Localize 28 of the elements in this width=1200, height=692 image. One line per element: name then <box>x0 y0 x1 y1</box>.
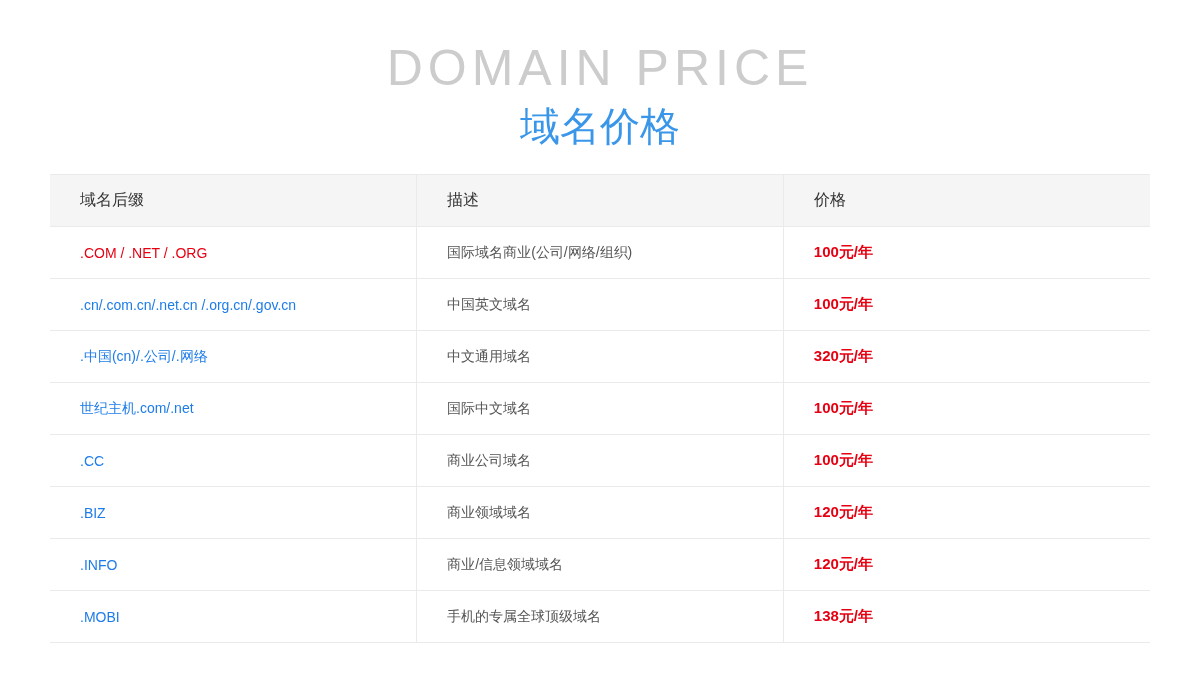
domain-suffix-link[interactable]: .COM / .NET / .ORG <box>50 226 417 279</box>
price-cell: 100元/年 <box>783 278 1150 331</box>
section-title: 域名价格 <box>520 103 680 150</box>
price-cell: 120元/年 <box>783 538 1150 591</box>
domain-suffix-link[interactable]: .中国(cn)/.公司/.网络 <box>50 330 417 383</box>
description-cell: 中国英文域名 <box>416 278 784 331</box>
domain-suffix-link[interactable]: .CC <box>50 434 417 487</box>
price-cell: 100元/年 <box>783 226 1150 279</box>
column-header: 描述 <box>416 174 784 227</box>
description-cell: 国际域名商业(公司/网络/组织) <box>416 226 784 279</box>
price-cell: 320元/年 <box>783 330 1150 383</box>
description-cell: 商业领域域名 <box>416 486 784 539</box>
description-cell: 手机的专属全球顶级域名 <box>416 590 784 643</box>
description-cell: 商业公司域名 <box>416 434 784 487</box>
description-cell: 国际中文域名 <box>416 382 784 435</box>
domain-suffix-link[interactable]: .INFO <box>50 538 417 591</box>
column-header: 域名后缀 <box>50 174 417 227</box>
price-cell: 100元/年 <box>783 382 1150 435</box>
domain-suffix-link[interactable]: .BIZ <box>50 486 417 539</box>
domain-suffix-link[interactable]: .cn/.com.cn/.net.cn /.org.cn/.gov.cn <box>50 278 417 331</box>
description-cell: 商业/信息领域域名 <box>416 538 784 591</box>
domain-suffix-link[interactable]: 世纪主机.com/.net <box>50 382 417 435</box>
price-cell: 138元/年 <box>783 590 1150 643</box>
domain-suffix-link[interactable]: .MOBI <box>50 590 417 643</box>
price-cell: 120元/年 <box>783 486 1150 539</box>
description-cell: 中文通用域名 <box>416 330 784 383</box>
price-cell: 100元/年 <box>783 434 1150 487</box>
column-header: 价格 <box>783 174 1150 227</box>
